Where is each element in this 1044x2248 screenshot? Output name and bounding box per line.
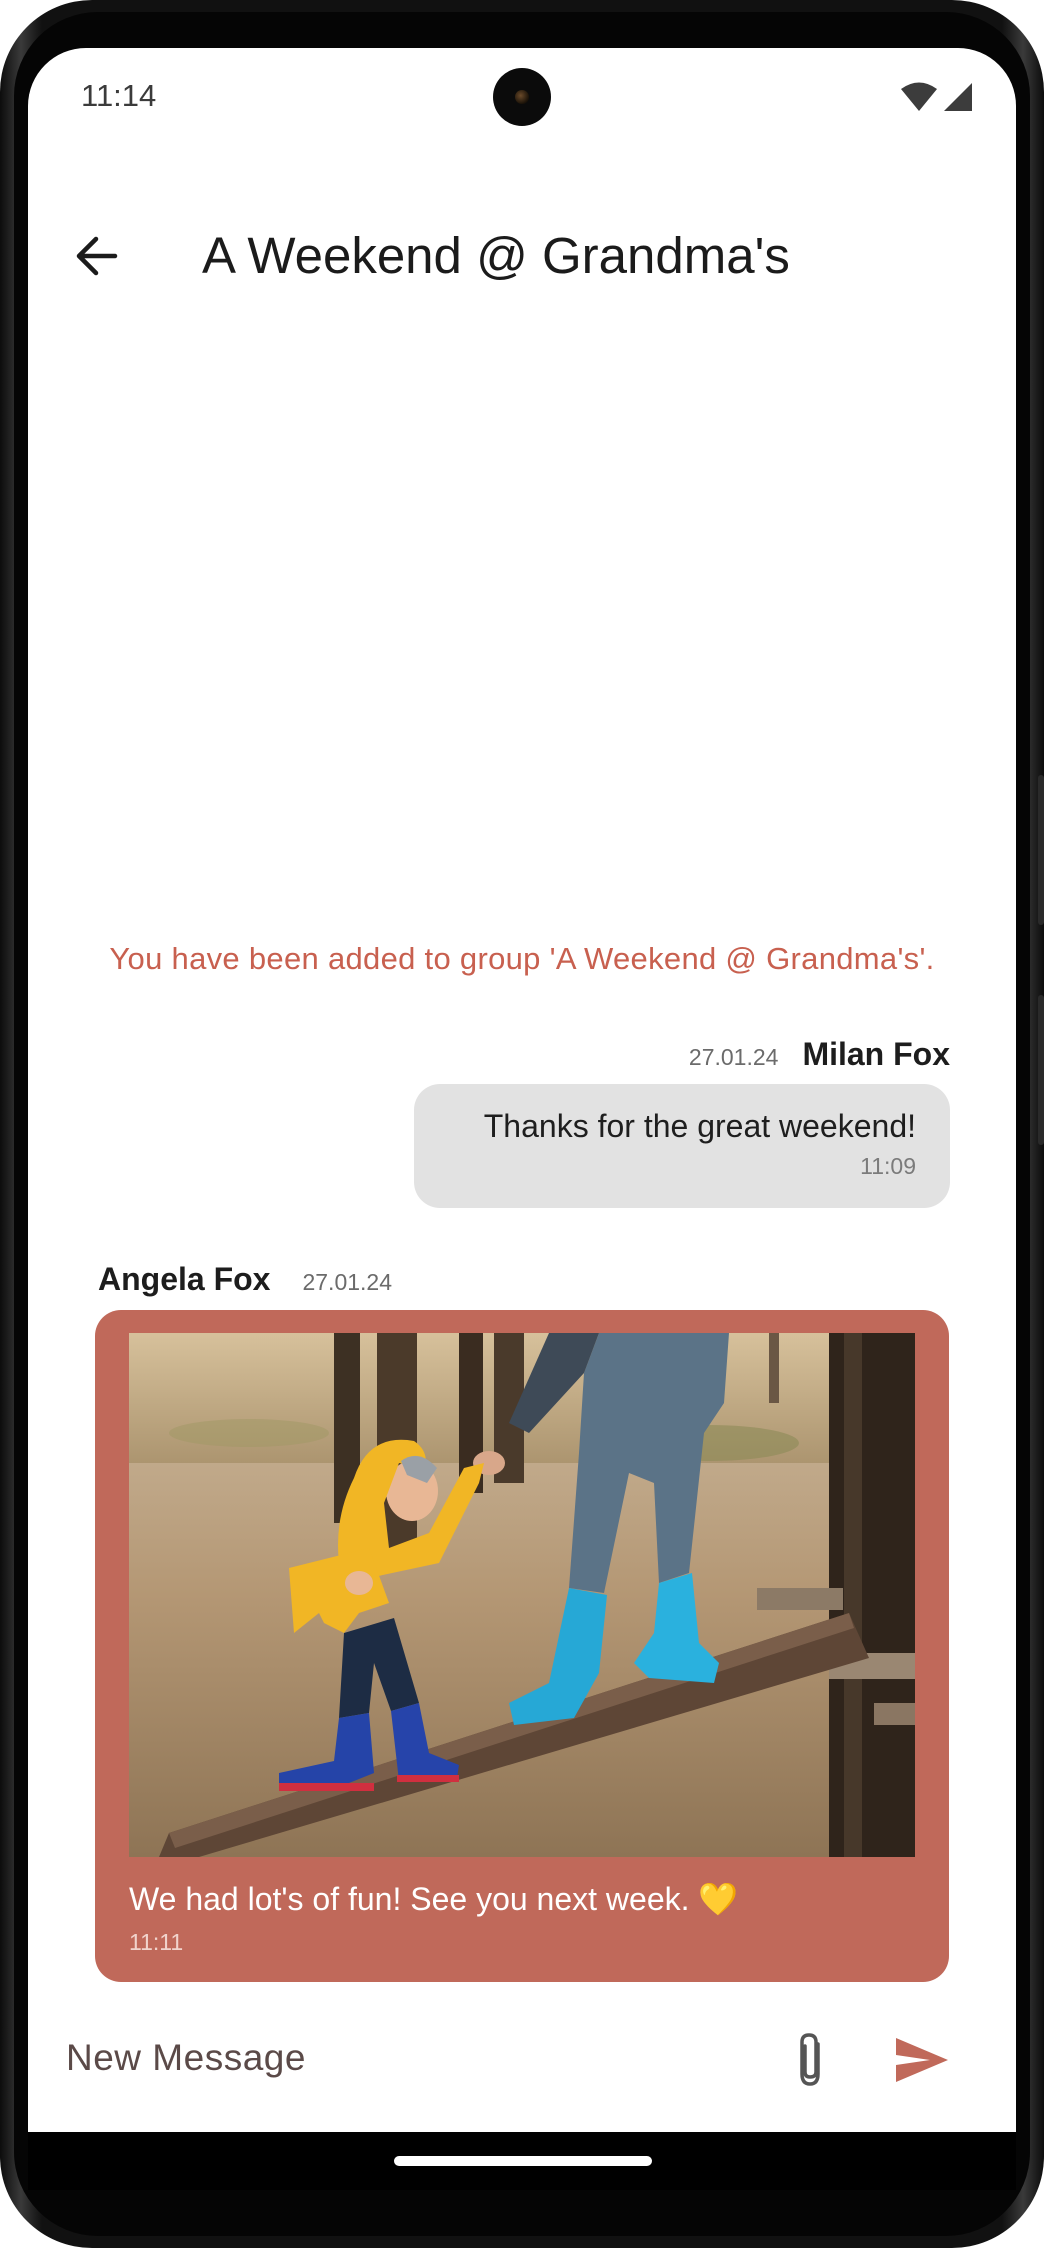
message-input[interactable] [66, 2026, 746, 2090]
message-time: 11:11 [129, 1929, 184, 1955]
navigation-bar [28, 2132, 1016, 2190]
page-title: A Weekend @ Grandma's [202, 227, 790, 284]
message-header-incoming: Angela Fox 27.01.24 [98, 1261, 392, 1298]
message-photo[interactable] [129, 1333, 915, 1857]
power-button [1038, 775, 1044, 925]
message-text: We had lot's of fun! See you next week. … [129, 1881, 739, 1917]
send-button[interactable] [888, 2028, 956, 2092]
attach-button[interactable] [780, 2028, 840, 2092]
message-date: 27.01.24 [302, 1269, 392, 1295]
status-bar: 11:14 [28, 48, 1016, 148]
message-text: Thanks for the great weekend! [483, 1108, 916, 1144]
cell-signal-icon [944, 83, 972, 111]
send-icon [896, 2038, 948, 2082]
sender-name: Angela Fox [98, 1261, 271, 1297]
paperclip-icon [800, 2033, 820, 2086]
volume-button [1038, 995, 1044, 1145]
app-bar: A Weekend @ Grandma's [28, 198, 1016, 328]
message-composer [28, 1998, 1016, 2132]
wifi-icon [901, 82, 937, 111]
sender-name: Milan Fox [802, 1036, 950, 1072]
front-camera [493, 68, 551, 126]
photo-child-and-adult-on-log [129, 1333, 915, 1857]
message-time: 11:09 [860, 1153, 916, 1179]
screen: 11:14 A Weekend @ Grandma's You have bee… [28, 48, 1016, 2132]
home-indicator[interactable] [394, 2156, 652, 2166]
message-header-outgoing: 27.01.24 Milan Fox [689, 1036, 950, 1073]
back-button[interactable] [64, 224, 128, 288]
outgoing-message-bubble[interactable]: Thanks for the great weekend! 11:09 [414, 1084, 950, 1208]
incoming-message-bubble[interactable]: We had lot's of fun! See you next week. … [95, 1310, 949, 1982]
system-message: You have been added to group 'A Weekend … [109, 941, 935, 976]
arrow-left-icon [76, 236, 118, 276]
message-date: 27.01.24 [688, 1044, 779, 1070]
status-time: 11:14 [81, 78, 157, 113]
